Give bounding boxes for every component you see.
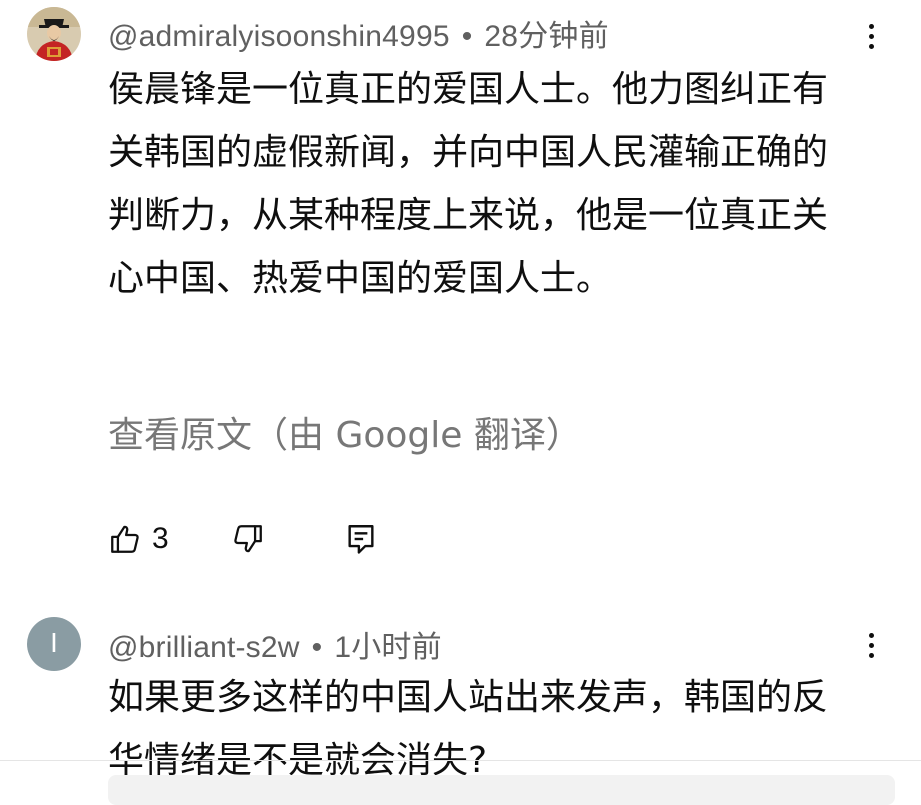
- meta-separator: •: [461, 20, 473, 53]
- more-options-button[interactable]: [861, 16, 881, 56]
- author-handle[interactable]: @brilliant-s2w: [108, 631, 300, 664]
- comment-timestamp: 28分钟前: [484, 20, 609, 53]
- like-count: 3: [152, 522, 169, 555]
- reply-button[interactable]: [345, 522, 377, 556]
- meta-separator: •: [311, 631, 323, 664]
- more-icon: [868, 632, 874, 638]
- more-options-button[interactable]: [861, 625, 881, 665]
- portrait-avatar-icon: [27, 7, 81, 61]
- comment-icon: [348, 525, 374, 554]
- thumb-up-icon: [111, 525, 139, 553]
- comment-text: 侯晨锋是一位真正的爱国人士。他力图纠正有关韩国的虚假新闻，并向中国人民灌输正确的…: [108, 69, 829, 299]
- avatar[interactable]: I: [27, 617, 81, 671]
- divider: [0, 760, 921, 761]
- comment-actions: 3: [108, 515, 377, 563]
- comment-item: I @brilliant-s2w • 1小时前 如果更多这样的中国人站出来发声，韩国…: [0, 600, 921, 781]
- comment-text: 如果更多这样的中国人站出来发声，韩国的反华情绪是不是就会消失?: [108, 677, 829, 781]
- dislike-button[interactable]: [231, 522, 265, 556]
- thumb-down-icon: [233, 525, 262, 553]
- see-original-link[interactable]: 查看原文（由 Google 翻译）: [108, 406, 582, 458]
- avatar[interactable]: [27, 7, 81, 61]
- author-handle[interactable]: @admiralyisoonshin4995: [108, 20, 450, 53]
- avatar-letter: I: [50, 629, 58, 659]
- more-icon: [868, 23, 874, 29]
- comment-timestamp: 1小时前: [334, 631, 442, 664]
- like-button[interactable]: 3: [108, 522, 169, 556]
- comment-item: @admiralyisoonshin4995 • 28分钟前 侯晨锋是一位真正的爱国…: [0, 0, 921, 590]
- comment-meta: @brilliant-s2w • 1小时前: [108, 622, 442, 666]
- reply-input-bar[interactable]: [108, 775, 895, 805]
- comment-meta: @admiralyisoonshin4995 • 28分钟前: [108, 11, 609, 55]
